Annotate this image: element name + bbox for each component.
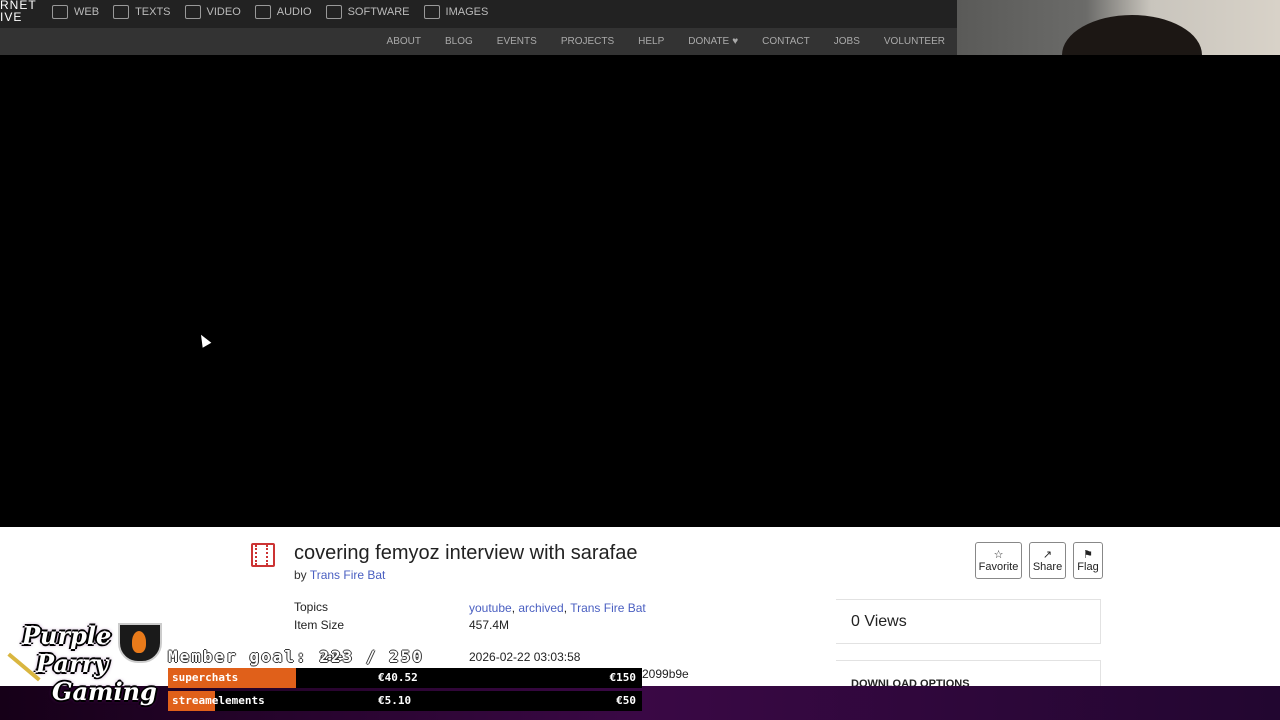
flag-icon: ⚑ — [1083, 548, 1093, 561]
subnav-events[interactable]: EVENTS — [497, 36, 537, 47]
share-icon: ↗ — [1042, 548, 1053, 561]
movie-icon — [251, 543, 275, 567]
subnav-projects[interactable]: PROJECTS — [561, 36, 614, 47]
speaker-icon — [254, 5, 271, 19]
favorite-label: Favorite — [978, 560, 1019, 573]
channel-logo: Purple Parry Gaming — [0, 615, 168, 720]
share-button[interactable]: ↗ Share — [1029, 542, 1066, 579]
video-player[interactable] — [0, 55, 1280, 527]
main-nav: WEB TEXTS VIDEO AUDIO SOFTWARE IMAGES — [52, 0, 488, 24]
share-label: Share — [1032, 560, 1063, 573]
topics-label: Topics — [294, 600, 329, 614]
streamelements-label: streamelements — [172, 694, 265, 707]
item-title: covering femyoz interview with sarafae — [294, 542, 638, 564]
subnav-jobs[interactable]: JOBS — [834, 36, 860, 47]
subnav-volunteer[interactable]: VOLUNTEER — [884, 36, 945, 47]
topic-link-archived[interactable]: archived — [518, 601, 563, 615]
subnav-donate: DONATE — [688, 36, 730, 47]
member-goal-text: Member goal: 223 / 250 — [168, 647, 424, 666]
nav-label-texts: TEXTS — [135, 6, 171, 18]
film-icon — [184, 5, 201, 19]
nav-item-software[interactable]: SOFTWARE — [325, 5, 410, 19]
nav-item-audio[interactable]: AUDIO — [254, 5, 312, 19]
channel-logo-line-3: Gaming — [52, 677, 157, 706]
identifier-partial: 2099b9e — [642, 667, 689, 681]
star-icon: ☆ — [993, 548, 1004, 561]
date-value: 2026-02-22 03:03:58 — [469, 650, 581, 664]
nav-label-video: VIDEO — [206, 6, 241, 18]
views-count: 0 Views — [851, 613, 907, 630]
flame-icon — [132, 631, 146, 653]
superchats-bar: superchats €40.52 €150 — [168, 668, 642, 688]
superchats-amount: €40.52 — [378, 671, 418, 684]
nav-item-texts[interactable]: TEXTS — [113, 5, 171, 19]
channel-logo-line-2: Parry — [36, 649, 109, 678]
web-icon — [52, 5, 68, 19]
streamelements-goal: €50 — [616, 694, 636, 707]
flag-button[interactable]: ⚑ Flag — [1073, 542, 1103, 579]
book-icon — [113, 5, 130, 19]
subnav-about[interactable]: ABOUT — [387, 36, 421, 47]
site-logo[interactable]: RNET IVE — [0, 0, 37, 23]
favorite-button[interactable]: ☆ Favorite — [975, 542, 1022, 579]
item-byline: by Trans Fire Bat — [294, 568, 385, 582]
streamelements-bar: streamelements €5.10 €50 — [168, 691, 642, 711]
nav-item-video[interactable]: VIDEO — [184, 5, 241, 19]
nav-item-web[interactable]: WEB — [52, 5, 99, 19]
topic-link-author[interactable]: Trans Fire Bat — [570, 601, 646, 615]
nav-label-images: IMAGES — [445, 6, 489, 18]
donation-goal-bars: superchats €40.52 €150 streamelements €5… — [168, 668, 642, 714]
superchats-goal: €150 — [609, 671, 637, 684]
superchats-label: superchats — [172, 671, 239, 684]
views-box: 0 Views — [836, 599, 1101, 644]
subnav-contact[interactable]: CONTACT — [762, 36, 810, 47]
author-link[interactable]: Trans Fire Bat — [310, 568, 386, 582]
logo-line-2: IVE — [0, 10, 23, 24]
topics-value: youtube, archived, Trans Fire Bat — [469, 601, 646, 615]
image-icon — [423, 5, 440, 19]
floppy-icon — [325, 5, 342, 19]
item-size-label: Item Size — [294, 618, 345, 632]
subnav-donate-wrap[interactable]: DONATE ♥ — [688, 36, 738, 47]
site-top-bar: RNET IVE WEB TEXTS VIDEO AUDIO SOFTWARE … — [0, 0, 957, 28]
item-actions: ☆ Favorite ↗ Share ⚑ Flag — [975, 542, 1103, 579]
site-sub-bar: ABOUT BLOG EVENTS PROJECTS HELP DONATE ♥ … — [0, 28, 957, 55]
nav-label-software: SOFTWARE — [347, 6, 410, 18]
flag-label: Flag — [1077, 560, 1099, 573]
heart-icon: ♥ — [732, 36, 739, 47]
flame-shield-icon — [118, 623, 162, 663]
nav-label-audio: AUDIO — [276, 6, 312, 18]
topic-link-youtube[interactable]: youtube — [469, 601, 512, 615]
streamelements-amount: €5.10 — [378, 694, 412, 707]
subnav-blog[interactable]: BLOG — [445, 36, 473, 47]
subnav-help[interactable]: HELP — [638, 36, 664, 47]
byline-prefix: by — [294, 568, 307, 582]
channel-logo-line-1: Purple — [22, 621, 112, 650]
item-size-value: 457.4M — [469, 618, 510, 632]
nav-label-web: WEB — [74, 6, 100, 18]
nav-item-images[interactable]: IMAGES — [423, 5, 489, 19]
sub-nav: ABOUT BLOG EVENTS PROJECTS HELP DONATE ♥ … — [387, 28, 945, 55]
